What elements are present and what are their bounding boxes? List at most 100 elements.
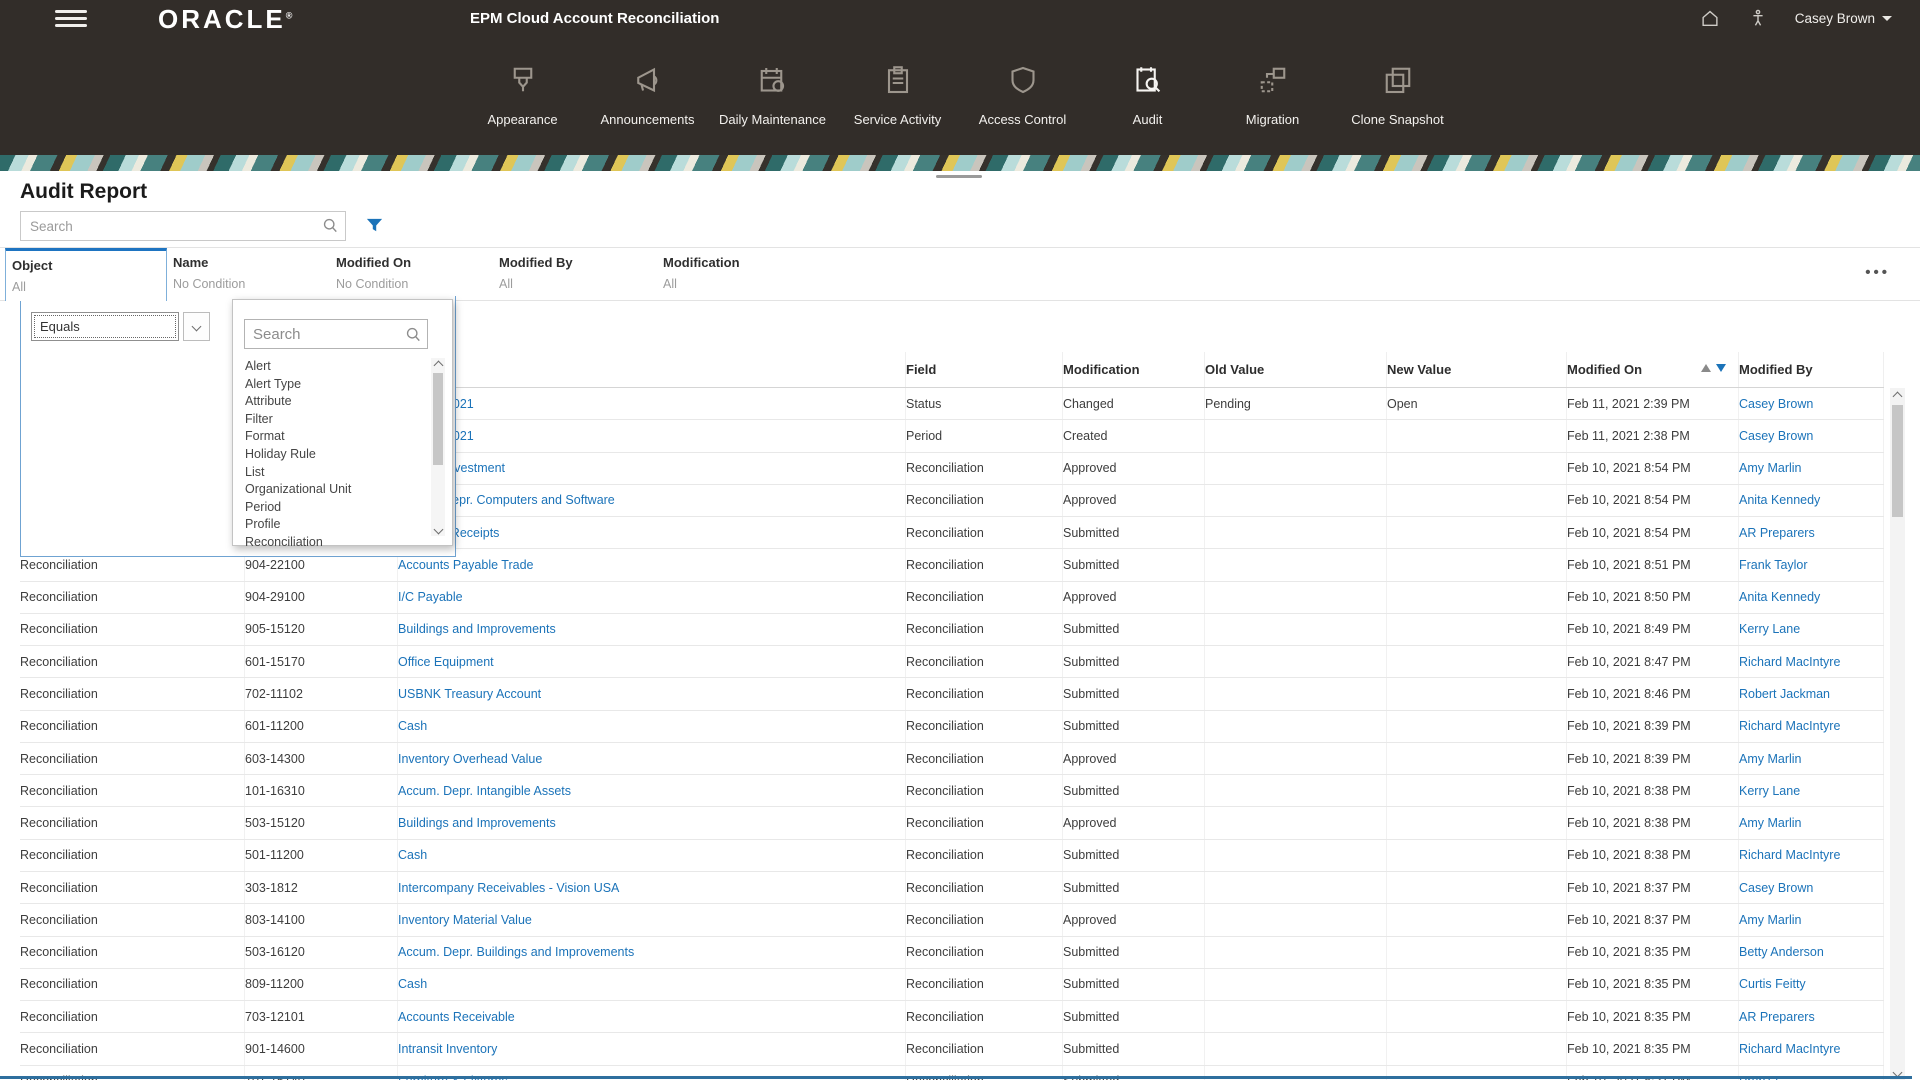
- object-option[interactable]: Reconciliation: [245, 534, 415, 552]
- user-link[interactable]: Betty Anderson: [1739, 937, 1884, 968]
- filter-funnel-icon[interactable]: [365, 216, 384, 235]
- reconciliation-link[interactable]: I/C Payable: [398, 582, 906, 613]
- filter-tab-name[interactable]: Name No Condition: [167, 248, 330, 301]
- popup-scrollbar-thumb[interactable]: [433, 373, 443, 465]
- user-link[interactable]: Robert Jackman: [1739, 678, 1884, 709]
- object-option[interactable]: List: [245, 464, 415, 482]
- reconciliation-link[interactable]: Accum. Depr. Computers and Software: [398, 485, 906, 516]
- reconciliation-link[interactable]: USBNK Treasury Account: [398, 678, 906, 709]
- table-row[interactable]: Reconciliation 809-11200 Cash Reconcilia…: [20, 969, 1884, 1001]
- reconciliation-link[interactable]: Payment Receipts: [398, 517, 906, 548]
- reconciliation-link[interactable]: Buildings and Improvements: [398, 614, 906, 645]
- more-actions-icon[interactable]: •••: [1865, 264, 1890, 281]
- reconciliation-link[interactable]: Cash: [398, 711, 906, 742]
- object-option[interactable]: Format: [245, 428, 415, 446]
- reconciliation-link[interactable]: Accounts Payable Trade: [398, 549, 906, 580]
- table-row[interactable]: Reconciliation 603-14300 Inventory Overh…: [20, 743, 1884, 775]
- table-row[interactable]: Reconciliation 101-16310 Accum. Depr. In…: [20, 775, 1884, 807]
- scroll-down-icon[interactable]: [431, 522, 445, 536]
- object-option[interactable]: Holiday Rule: [245, 446, 415, 464]
- reconciliation-link[interactable]: January 2021: [398, 420, 906, 451]
- user-link[interactable]: Anita Kennedy: [1739, 582, 1884, 613]
- user-link[interactable]: Kerry Lane: [1739, 614, 1884, 645]
- nav-item-service-activity[interactable]: Service Activity: [835, 48, 960, 127]
- sort-ascending-icon[interactable]: [1701, 364, 1711, 372]
- nav-item-announcements[interactable]: Announcements: [585, 48, 710, 127]
- user-link[interactable]: Casey Brown: [1739, 420, 1884, 451]
- accessibility-icon[interactable]: [1747, 7, 1769, 29]
- col-field[interactable]: Field: [906, 352, 1063, 387]
- table-row[interactable]: Reconciliation 503-15120 Buildings and I…: [20, 807, 1884, 839]
- user-menu[interactable]: Casey Brown: [1795, 11, 1892, 26]
- reconciliation-link[interactable]: Inventory Material Value: [398, 904, 906, 935]
- user-link[interactable]: Anita Kennedy: [1739, 485, 1884, 516]
- user-link[interactable]: Amy Marlin: [1739, 453, 1884, 484]
- table-row[interactable]: Reconciliation 904-29100 I/C Payable Rec…: [20, 582, 1884, 614]
- scroll-up-icon[interactable]: [431, 358, 445, 372]
- operator-select[interactable]: Equals: [31, 312, 179, 341]
- reconciliation-link[interactable]: Office Equipment: [398, 646, 906, 677]
- user-link[interactable]: Richard MacIntyre: [1739, 840, 1884, 871]
- reconciliation-link[interactable]: Accum. Depr. Buildings and Improvements: [398, 937, 906, 968]
- filter-tab-modification[interactable]: Modification All: [657, 248, 857, 301]
- col-new-value[interactable]: New Value: [1387, 352, 1567, 387]
- user-link[interactable]: Amy Marlin: [1739, 904, 1884, 935]
- user-link[interactable]: Frank Taylor: [1739, 549, 1884, 580]
- panel-drag-handle[interactable]: [936, 175, 982, 178]
- user-link[interactable]: Amy Marlin: [1739, 743, 1884, 774]
- col-old-value[interactable]: Old Value: [1205, 352, 1387, 387]
- search-icon[interactable]: [322, 217, 339, 234]
- filter-tab-object[interactable]: Object All: [5, 248, 167, 301]
- filter-tab-modified-on[interactable]: Modified On No Condition: [330, 248, 493, 301]
- object-option[interactable]: Alert: [245, 358, 415, 376]
- user-link[interactable]: Kerry Lane: [1739, 775, 1884, 806]
- table-row[interactable]: Reconciliation 503-16120 Accum. Depr. Bu…: [20, 937, 1884, 969]
- user-link[interactable]: Curtis Feitty: [1739, 969, 1884, 1000]
- table-row[interactable]: Reconciliation 901-14600 Intransit Inven…: [20, 1033, 1884, 1065]
- reconciliation-link[interactable]: January 2021: [398, 388, 906, 419]
- object-option[interactable]: Organizational Unit: [245, 481, 415, 499]
- reconciliation-link[interactable]: Inventory Overhead Value: [398, 743, 906, 774]
- object-option[interactable]: Alert Type: [245, 376, 415, 394]
- reconciliation-link[interactable]: Intransit Inventory: [398, 1033, 906, 1064]
- object-option[interactable]: Attribute: [245, 393, 415, 411]
- reconciliation-link[interactable]: Buildings and Improvements: [398, 807, 906, 838]
- table-row[interactable]: Reconciliation 905-15120 Buildings and I…: [20, 614, 1884, 646]
- user-link[interactable]: Casey Brown: [1739, 388, 1884, 419]
- col-modified-on[interactable]: Modified On: [1567, 352, 1739, 387]
- filter-tab-modified-by[interactable]: Modified By All: [493, 248, 657, 301]
- table-row[interactable]: Reconciliation 803-14100 Inventory Mater…: [20, 904, 1884, 936]
- reconciliation-link[interactable]: Cash: [398, 969, 906, 1000]
- user-link[interactable]: Richard MacIntyre: [1739, 1033, 1884, 1064]
- reconciliation-link[interactable]: Accounts Receivable: [398, 1001, 906, 1032]
- nav-item-migration[interactable]: Migration: [1210, 48, 1335, 127]
- reconciliation-link[interactable]: Foreign Investment: [398, 453, 906, 484]
- nav-item-clone-snapshot[interactable]: Clone Snapshot: [1335, 48, 1460, 127]
- user-link[interactable]: AR Preparers: [1739, 517, 1884, 548]
- nav-item-daily-maintenance[interactable]: Daily Maintenance: [710, 48, 835, 127]
- table-row[interactable]: Reconciliation 501-11200 Cash Reconcilia…: [20, 840, 1884, 872]
- table-row[interactable]: Reconciliation 601-15170 Office Equipmen…: [20, 646, 1884, 678]
- user-link[interactable]: Casey Brown: [1739, 872, 1884, 903]
- table-row[interactable]: Reconciliation 703-12101 Accounts Receiv…: [20, 1001, 1884, 1033]
- object-option[interactable]: Period: [245, 499, 415, 517]
- reconciliation-link[interactable]: Intercompany Receivables - Vision USA: [398, 872, 906, 903]
- user-link[interactable]: AR Preparers: [1739, 1001, 1884, 1032]
- popup-scrollbar[interactable]: [431, 358, 445, 536]
- sort-descending-icon[interactable]: [1716, 364, 1726, 372]
- popup-search-icon[interactable]: [405, 326, 422, 343]
- col-modified-by[interactable]: Modified By: [1739, 352, 1884, 387]
- table-scrollbar[interactable]: [1890, 388, 1905, 1080]
- user-link[interactable]: Richard MacIntyre: [1739, 711, 1884, 742]
- reconciliation-link[interactable]: Cash: [398, 840, 906, 871]
- nav-item-appearance[interactable]: Appearance: [460, 48, 585, 127]
- home-icon[interactable]: [1699, 7, 1721, 29]
- operator-chevron-down-icon[interactable]: [183, 312, 210, 341]
- nav-item-audit[interactable]: Audit: [1085, 48, 1210, 127]
- hamburger-menu-icon[interactable]: [55, 10, 87, 28]
- popup-search-input[interactable]: [244, 319, 428, 349]
- object-option[interactable]: Filter: [245, 411, 415, 429]
- reconciliation-link[interactable]: Accum. Depr. Intangible Assets: [398, 775, 906, 806]
- table-scroll-up-icon[interactable]: [1890, 389, 1905, 403]
- user-link[interactable]: Amy Marlin: [1739, 807, 1884, 838]
